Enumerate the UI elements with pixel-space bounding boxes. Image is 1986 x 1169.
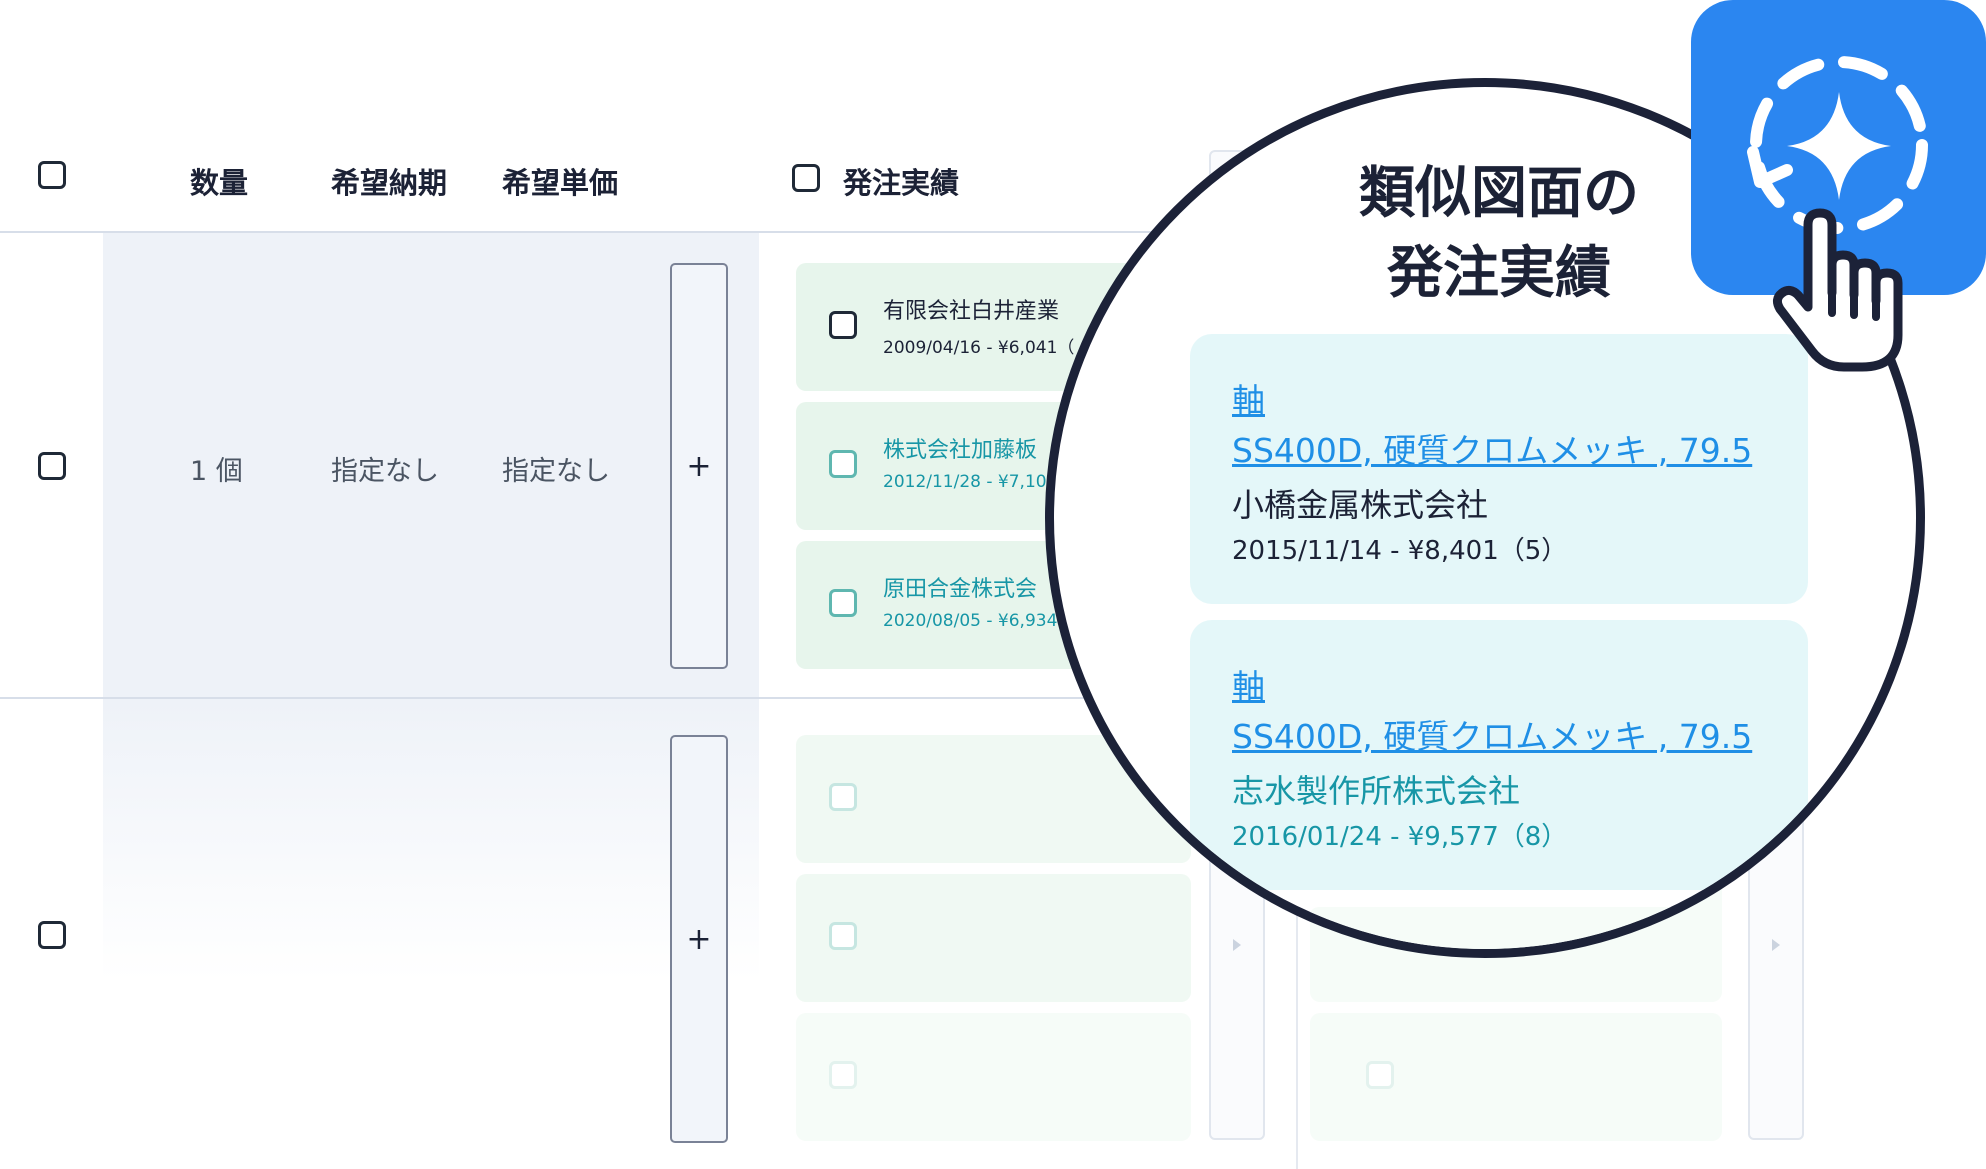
row-1-delivery: 指定なし [331,456,439,487]
next-column-card-2 [1310,1013,1722,1141]
similar-order-card-2[interactable]: 軸 SS400D, 硬質クロムメッキ , 79.5 志水製作所株式会社 2016… [1190,620,1808,890]
header-quantity: 数量 [190,166,249,200]
similar-order-card-1-part[interactable]: 軸 [1232,374,1265,422]
row-2-checkbox[interactable] [38,921,66,949]
row-1-quantity: 1 個 [190,456,243,487]
hand-pointer-icon [1772,208,1903,372]
similar-order-card-2-spec[interactable]: SS400D, 硬質クロムメッキ , 79.5 [1232,710,1752,758]
header-desired-delivery: 希望納期 [331,166,448,200]
order-card-3-company: 原田合金株式会 [883,577,1038,602]
row-2-band [103,699,759,1169]
header-order-history: 発注実績 [843,166,960,200]
header-desired-unit-price: 希望単価 [502,166,619,200]
order-card-2-date: 2012/11/28 - ¥7,10 [883,472,1047,492]
order-card-2-checkbox[interactable] [829,450,857,478]
similar-order-card-2-date: 2016/01/24 - ¥9,577（8） [1232,822,1568,852]
similar-order-card-2-part[interactable]: 軸 [1232,660,1265,708]
order-card-placeholder-2-checkbox [829,922,857,950]
similar-order-card-1-spec[interactable]: SS400D, 硬質クロムメッキ , 79.5 [1232,424,1752,472]
similar-order-card-1-company: 小橋金属株式会社 [1232,486,1489,524]
next-column-card-2-checkbox [1366,1061,1394,1089]
select-all-checkbox[interactable] [38,161,66,189]
row-1-checkbox[interactable] [38,452,66,480]
similar-order-card-1[interactable]: 軸 SS400D, 硬質クロムメッキ , 79.5 小橋金属株式会社 2015/… [1190,334,1808,604]
order-card-1-company: 有限会社白井産業 [883,299,1060,324]
order-card-placeholder-3 [796,1013,1191,1141]
order-card-placeholder-3-checkbox [829,1061,857,1089]
order-card-1-checkbox[interactable] [829,311,857,339]
row-divider [0,697,1200,699]
similar-order-card-2-company: 志水製作所株式会社 [1232,772,1521,810]
row-2-add-button[interactable]: + [670,735,728,1143]
order-card-3-date: 2020/08/05 - ¥6,934 [883,611,1058,631]
row-1-unit-price: 指定なし [502,456,610,487]
order-card-1-date: 2009/04/16 - ¥6,041（ [883,338,1075,358]
row-1-add-button[interactable]: + [670,263,728,669]
similar-order-card-1-date: 2015/11/14 - ¥8,401（5） [1232,536,1568,566]
order-card-placeholder-1-checkbox [829,783,857,811]
order-history-header-checkbox[interactable] [792,164,820,192]
order-card-2-company: 株式会社加藤板 [883,438,1038,463]
order-card-3-checkbox[interactable] [829,589,857,617]
